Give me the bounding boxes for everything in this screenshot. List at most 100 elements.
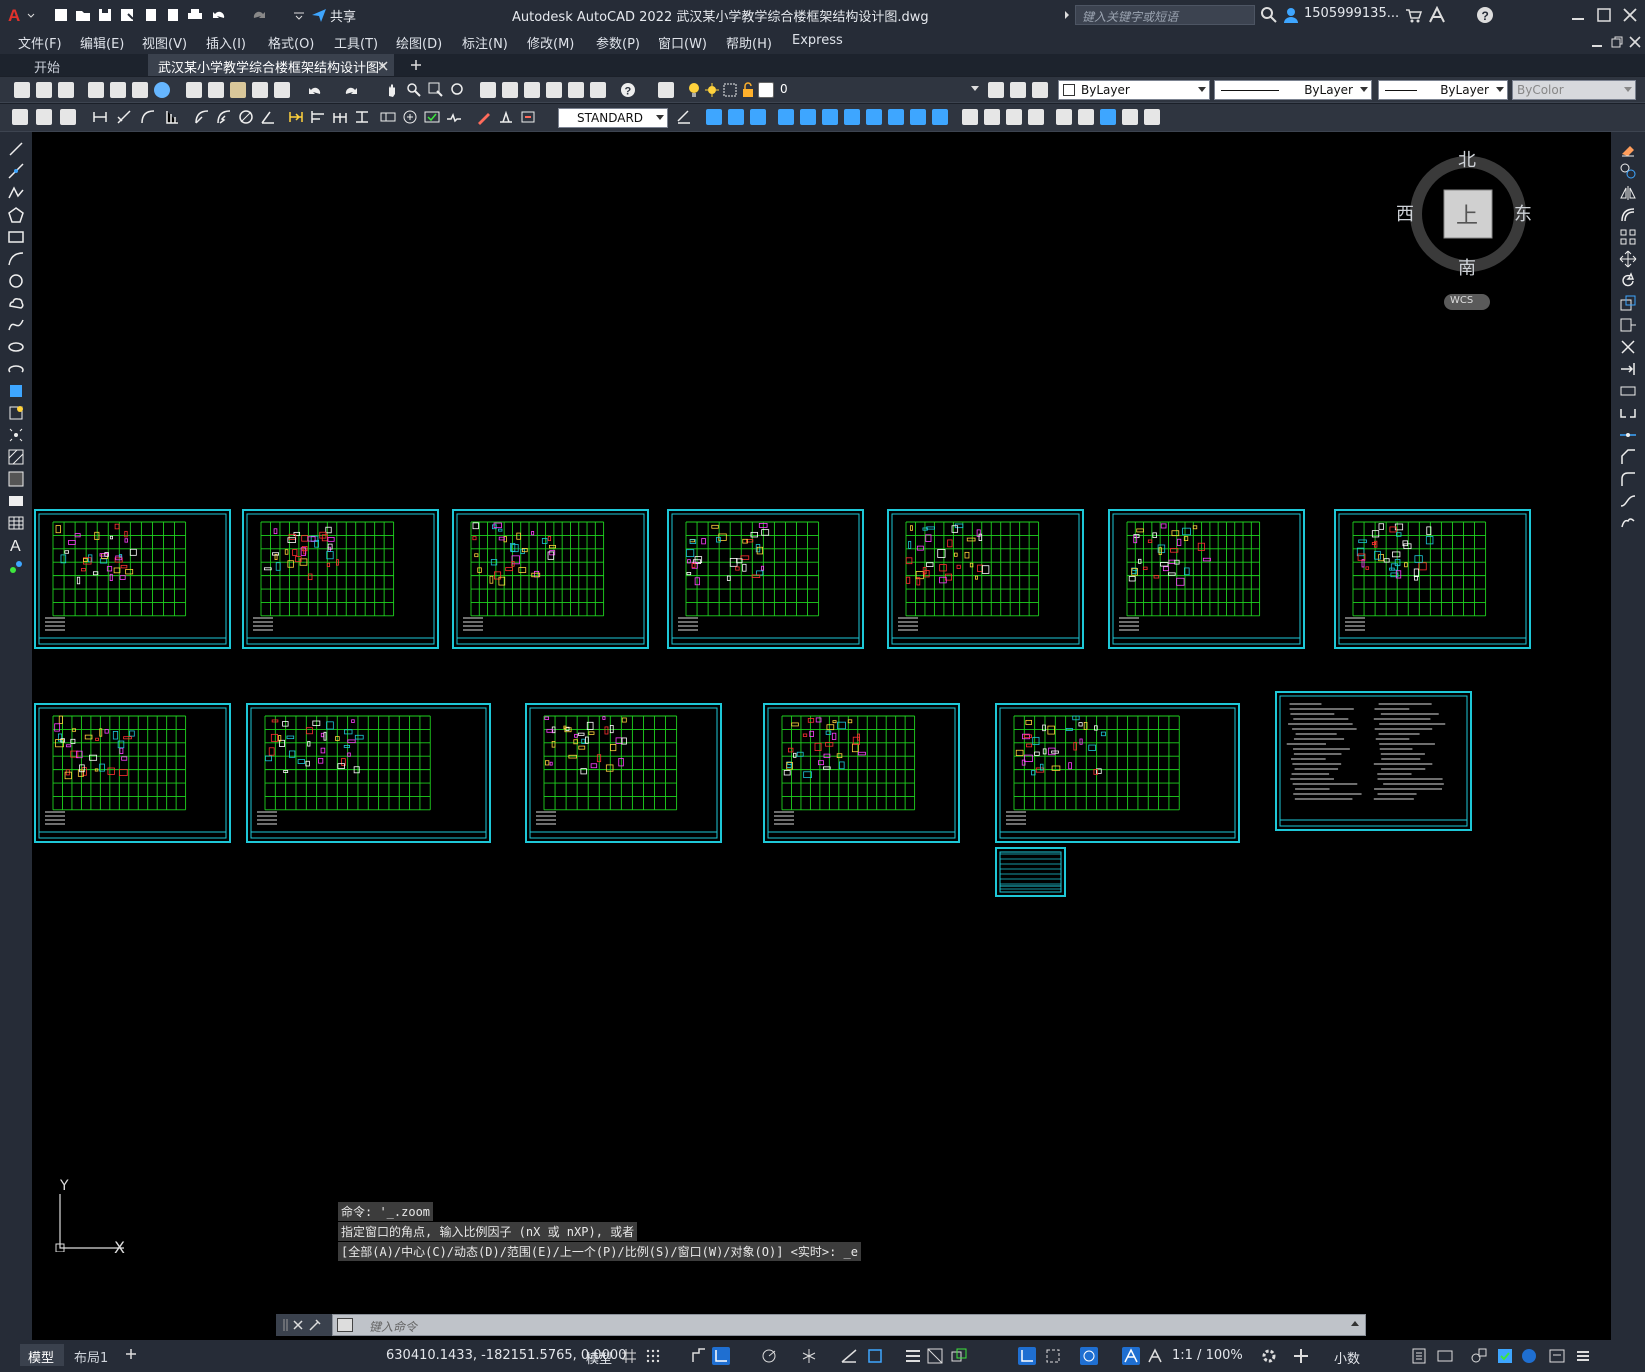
jogged-dimension-icon[interactable] [216,109,232,125]
dimension-space-icon[interactable] [354,109,370,125]
viewcube-north[interactable]: 北 [1458,146,1476,172]
3d-loft-icon[interactable] [866,109,882,125]
cut-icon[interactable] [186,82,202,98]
publish-icon[interactable] [132,82,148,98]
3d-union-icon[interactable] [750,109,766,125]
add-layout-icon[interactable] [124,1346,138,1360]
share-label[interactable]: 共享 [330,6,356,25]
copy-icon[interactable] [208,82,224,98]
plotstyle-dropdown[interactable]: ByColor [1512,80,1636,100]
drawing-sheet[interactable] [34,703,231,843]
offset-icon[interactable] [1619,206,1637,224]
minimize-button[interactable] [1568,5,1588,25]
spline-icon[interactable] [7,316,25,334]
3d-revolve-icon[interactable] [844,109,860,125]
dimension-style-icon[interactable] [676,109,692,125]
new-tab-button[interactable] [408,57,424,73]
export-icon[interactable] [164,6,182,24]
menu-modify[interactable]: 修改(M) [527,33,574,52]
layer-thaw-icon[interactable] [704,82,720,98]
layer-properties-icon[interactable] [658,82,674,98]
match-properties-icon[interactable] [252,82,268,98]
lock-ui-icon[interactable] [1436,1347,1454,1365]
help-icon[interactable]: ? [1476,6,1494,24]
save-as-icon[interactable] [118,6,136,24]
revision-cloud-icon[interactable] [7,294,25,312]
tool-palettes-icon[interactable] [524,82,540,98]
drawing-canvas[interactable]: 北 南 东 西 上 WCS Y X 命令: '_.zoom 指定窗口的角点, 输… [32,132,1611,1340]
stretch-icon[interactable] [1619,316,1637,334]
tolerance-icon[interactable] [380,109,396,125]
new-icon[interactable] [14,82,30,98]
toolbar-help-icon[interactable]: ? [620,82,636,98]
baseline-dimension-icon[interactable] [310,109,326,125]
annotation-scale[interactable]: 1:1 / 100% [1172,1348,1243,1363]
drawing-sheet[interactable] [34,509,231,649]
dimension-edit-icon[interactable] [476,109,492,125]
layer-on-icon[interactable] [686,82,702,98]
auto-scale-icon[interactable] [1146,1347,1164,1365]
dimension-update-icon[interactable] [520,109,536,125]
annotation-visibility-icon[interactable] [1122,1347,1140,1365]
drawing-sheet[interactable] [995,703,1240,843]
text-style-dropdown[interactable]: STANDARD [558,108,668,128]
trim-icon[interactable] [1619,338,1637,356]
command-prompt-icon[interactable] [337,1318,353,1332]
drawing-sheet[interactable] [995,847,1066,897]
paste-icon[interactable] [230,82,246,98]
render-icon[interactable] [36,109,52,125]
copy-object-icon[interactable] [1619,162,1637,180]
drawing-sheet[interactable] [1275,691,1472,831]
drawing-sheet[interactable] [246,703,491,843]
tab-close-icon[interactable] [376,58,390,72]
layer-lock-icon[interactable] [740,82,756,98]
insert-block-icon[interactable] [7,382,25,400]
ucs-icon[interactable] [1056,109,1072,125]
full-screen-icon[interactable] [1548,1347,1566,1365]
publish-web-icon[interactable] [154,82,170,98]
layout-tab-layout1[interactable]: 布局1 [70,1344,122,1366]
tab-drawing[interactable]: 武汉某小学教学综合楼框架结构设计图* [148,54,394,76]
selection-cycling-icon[interactable] [950,1347,968,1365]
layer-viewport-icon[interactable] [722,82,738,98]
continue-dimension-icon[interactable] [332,109,348,125]
toolbar-undo-icon[interactable] [306,82,322,98]
polar-tracking-icon[interactable] [760,1347,778,1365]
units-dropdown[interactable]: 小数 [1334,1348,1360,1367]
wcs-menu[interactable]: WCS [1444,294,1490,310]
drawing-sheet[interactable] [242,509,439,649]
grid-icon[interactable] [620,1347,638,1365]
share-icon[interactable] [310,6,328,24]
doc-restore-icon[interactable] [1610,34,1624,48]
new-file-icon[interactable] [52,6,70,24]
isometric-icon[interactable] [800,1347,818,1365]
menu-format[interactable]: 格式(O) [268,33,314,52]
command-input[interactable]: 键入命令 [332,1314,1366,1336]
array-icon[interactable] [1619,228,1637,246]
markup-icon[interactable] [568,82,584,98]
menu-draw[interactable]: 绘图(D) [396,33,442,52]
isolate-objects-icon[interactable] [1470,1347,1488,1365]
construction-line-icon[interactable] [7,162,25,180]
scale-icon[interactable] [1619,294,1637,312]
3d-wedge-icon[interactable] [728,109,744,125]
center-mark-icon[interactable] [402,109,418,125]
infer-constraints-icon[interactable] [690,1347,708,1365]
conceptual-icon[interactable] [1028,109,1044,125]
toolbar-redo-icon[interactable] [344,82,360,98]
linear-dimension-icon[interactable] [92,109,108,125]
ucs-zaxis-icon[interactable] [1122,109,1138,125]
inspect-icon[interactable] [424,109,440,125]
viewcube-west[interactable]: 西 [1396,200,1414,226]
color-dropdown[interactable]: ByLayer [1058,80,1210,100]
break-at-point-icon[interactable] [1619,382,1637,400]
search-input[interactable]: 键入关键字或短语 [1075,5,1255,25]
make-block-icon[interactable] [7,404,25,422]
realistic-icon[interactable] [1006,109,1022,125]
extend-icon[interactable] [1619,360,1637,378]
menu-edit[interactable]: 编辑(E) [80,33,124,52]
shaded-icon[interactable] [984,109,1000,125]
3d-intersect-icon[interactable] [910,109,926,125]
layer-dropdown[interactable]: 0 [776,80,982,100]
drawing-sheet[interactable] [1108,509,1305,649]
